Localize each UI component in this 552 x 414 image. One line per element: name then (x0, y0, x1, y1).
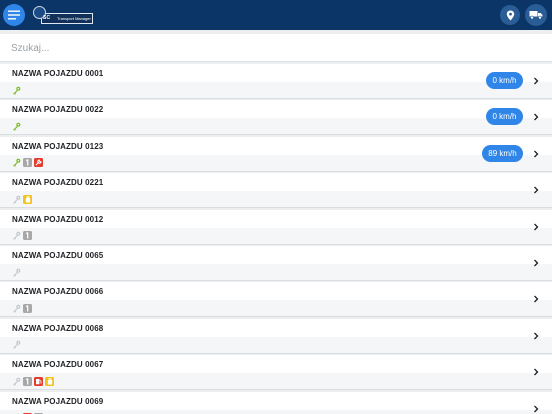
chevron-right-icon (534, 186, 539, 194)
status-badge-grey (23, 376, 32, 386)
ignition-key-icon (13, 304, 21, 313)
vehicle-row[interactable]: NAZWA POJAZDU 0068 (0, 318, 552, 354)
ignition-key-icon (13, 195, 21, 204)
row-status-band (0, 154, 552, 171)
chevron-right-icon (534, 150, 539, 158)
vehicle-name: NAZWA POJAZDU 0012 (12, 214, 104, 224)
row-status-band (0, 409, 552, 414)
row-status-band (0, 264, 552, 281)
chevron-right-icon (534, 332, 539, 340)
vehicle-row[interactable]: NAZWA POJAZDU 0012 (0, 209, 552, 245)
bottle-icon (47, 378, 52, 385)
search-bar (0, 34, 552, 62)
vehicle-status-icons (12, 340, 21, 350)
vehicle-row[interactable]: NAZWA POJAZDU 0065 (0, 246, 552, 282)
number-one-icon (25, 304, 29, 312)
chevron-right-icon (534, 77, 539, 85)
vehicle-row[interactable]: NAZWA POJAZDU 0069 (0, 391, 552, 414)
vehicle-row[interactable]: NAZWA POJAZDU 0123 89 km/h (0, 136, 552, 172)
chevron-right-icon (534, 259, 539, 267)
vehicle-name: NAZWA POJAZDU 0069 (12, 396, 104, 406)
app-logo: SC Transport Manager (33, 6, 95, 25)
vehicles-button[interactable] (525, 4, 547, 26)
chevron-right-icon (534, 368, 539, 376)
vehicle-row[interactable]: NAZWA POJAZDU 0067 (0, 355, 552, 391)
vehicle-row[interactable]: NAZWA POJAZDU 0022 0 km/h (0, 100, 552, 136)
chevron-right-icon (534, 295, 539, 303)
chevron-right-icon (534, 113, 539, 121)
vehicle-status-icons (12, 121, 21, 131)
logo-brand-text: SC (43, 15, 51, 21)
ignition-key-icon (13, 86, 21, 95)
status-badge-grey (23, 231, 32, 241)
location-button[interactable] (500, 5, 520, 25)
speed-badge: 0 km/h (486, 72, 523, 89)
speed-badge: 89 km/h (482, 144, 523, 162)
speed-badge: 0 km/h (486, 108, 523, 126)
menu-icon (8, 10, 20, 20)
row-status-band (0, 300, 552, 317)
status-badge-grey (23, 303, 32, 313)
row-status-band (0, 82, 552, 98)
vehicle-status-icons (12, 194, 32, 204)
service-badge (34, 158, 43, 168)
location-pin-icon (506, 10, 514, 20)
vehicle-name: NAZWA POJAZDU 0221 (12, 178, 104, 188)
vehicle-status-icons (12, 158, 43, 168)
row-status-band (0, 118, 552, 135)
vehicle-row[interactable]: NAZWA POJAZDU 0066 (0, 282, 552, 318)
vehicle-row[interactable]: NAZWA POJAZDU 0221 (0, 173, 552, 209)
vehicle-status-icons (12, 303, 32, 313)
vehicle-name: NAZWA POJAZDU 0066 (12, 287, 104, 297)
app-header: SC Transport Manager (0, 0, 552, 30)
number-one-icon (25, 232, 29, 239)
vehicle-status-icons (12, 85, 21, 95)
vehicle-name: NAZWA POJAZDU 0065 (12, 251, 104, 261)
vehicle-status-icons (12, 231, 32, 241)
ignition-key-icon (13, 122, 21, 131)
menu-button[interactable] (3, 4, 25, 26)
fuel-icon (36, 378, 42, 384)
vehicle-status-icons (12, 267, 21, 277)
number-one-icon (25, 159, 29, 166)
ignition-key-icon (13, 268, 21, 277)
status-badge-yellow (23, 194, 32, 204)
vehicle-name: NAZWA POJAZDU 0123 (12, 141, 104, 151)
status-badge-yellow (45, 376, 54, 386)
logo-product-text: Transport Manager (57, 15, 91, 21)
status-badge-grey (23, 158, 32, 168)
ignition-key-icon (13, 159, 21, 167)
search-input[interactable] (0, 34, 552, 62)
vehicle-row[interactable]: NAZWA POJAZDU 0001 0 km/h (0, 64, 552, 99)
wrench-icon (35, 159, 42, 166)
vehicle-name: NAZWA POJAZDU 0068 (12, 323, 104, 333)
truck-icon (529, 11, 543, 20)
row-status-band (0, 227, 552, 244)
row-status-band (0, 336, 552, 353)
ignition-key-icon (13, 231, 21, 240)
vehicle-status-icons (12, 376, 54, 386)
row-status-band (0, 191, 552, 208)
fuel-badge (34, 376, 43, 386)
row-status-band (0, 373, 552, 390)
vehicle-name: NAZWA POJAZDU 0001 (12, 69, 104, 78)
bottle-icon (25, 196, 30, 203)
chevron-right-icon (534, 223, 539, 231)
ignition-key-icon (13, 341, 21, 349)
vehicle-list: NAZWA POJAZDU 0001 0 km/h NAZWA POJAZDU 00… (0, 64, 552, 414)
chevron-right-icon (534, 405, 539, 413)
vehicle-name: NAZWA POJAZDU 0067 (12, 360, 104, 370)
vehicle-name: NAZWA POJAZDU 0022 (12, 105, 104, 115)
number-one-icon (25, 377, 29, 385)
ignition-key-icon (13, 377, 21, 386)
